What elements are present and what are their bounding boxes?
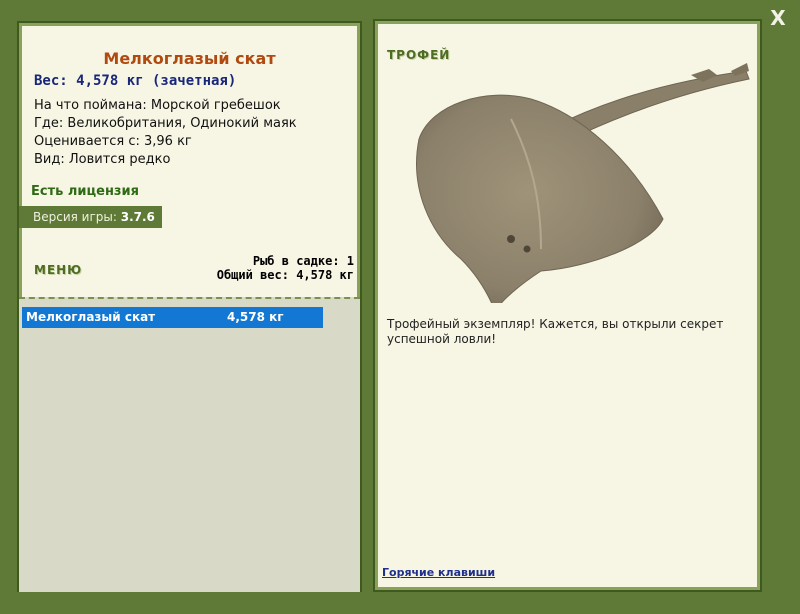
- bait-line: На что поймана: Морской гребешок: [34, 98, 281, 113]
- catch-list-item[interactable]: Мелкоглазый скат 4,578 кг: [22, 307, 323, 328]
- trophy-panel: ТРОФЕЙ Трофейный экземпляр! Кажется, вы …: [373, 19, 762, 592]
- rating-line: Оценивается с: 3,96 кг: [34, 134, 192, 149]
- keepnet-count: Рыб в садке: 1: [252, 254, 354, 268]
- keepnet-summary: Рыб в садке: 1 Общий вес: 4,578 кг: [217, 254, 354, 282]
- hotkeys-link[interactable]: Горячие клавиши: [382, 566, 495, 579]
- trophy-description: Трофейный экземпляр! Кажется, вы открыли…: [387, 317, 724, 346]
- version-label: Версия игры:: [33, 210, 121, 224]
- rarity-line: Вид: Ловится редко: [34, 152, 171, 167]
- catch-info-panel: Мелкоглазый скат Вес: 4,578 кг (зачетная…: [17, 21, 362, 592]
- fish-name-title: Мелкоглазый скат: [103, 49, 276, 68]
- catch-item-name: Мелкоглазый скат: [26, 310, 156, 324]
- license-status: Есть лицензия: [31, 184, 139, 199]
- version-value: 3.7.6: [120, 210, 155, 224]
- menu-button[interactable]: МЕНЮ: [34, 263, 82, 277]
- fish-weight: Вес: 4,578 кг (зачетная): [34, 73, 237, 89]
- catch-details: На что поймана: Морской гребешок Где: Ве…: [34, 97, 297, 169]
- catch-item-weight: 4,578 кг: [227, 310, 284, 324]
- stingray-image: [416, 63, 750, 303]
- close-button[interactable]: X: [766, 6, 790, 30]
- trophy-label: ТРОФЕЙ: [387, 48, 451, 62]
- location-line: Где: Великобритания, Одинокий маяк: [34, 116, 297, 131]
- catch-list: Мелкоглазый скат 4,578 кг: [19, 297, 360, 592]
- game-version-badge: Версия игры: 3.7.6: [19, 206, 162, 228]
- keepnet-weight: Общий вес: 4,578 кг: [216, 268, 354, 282]
